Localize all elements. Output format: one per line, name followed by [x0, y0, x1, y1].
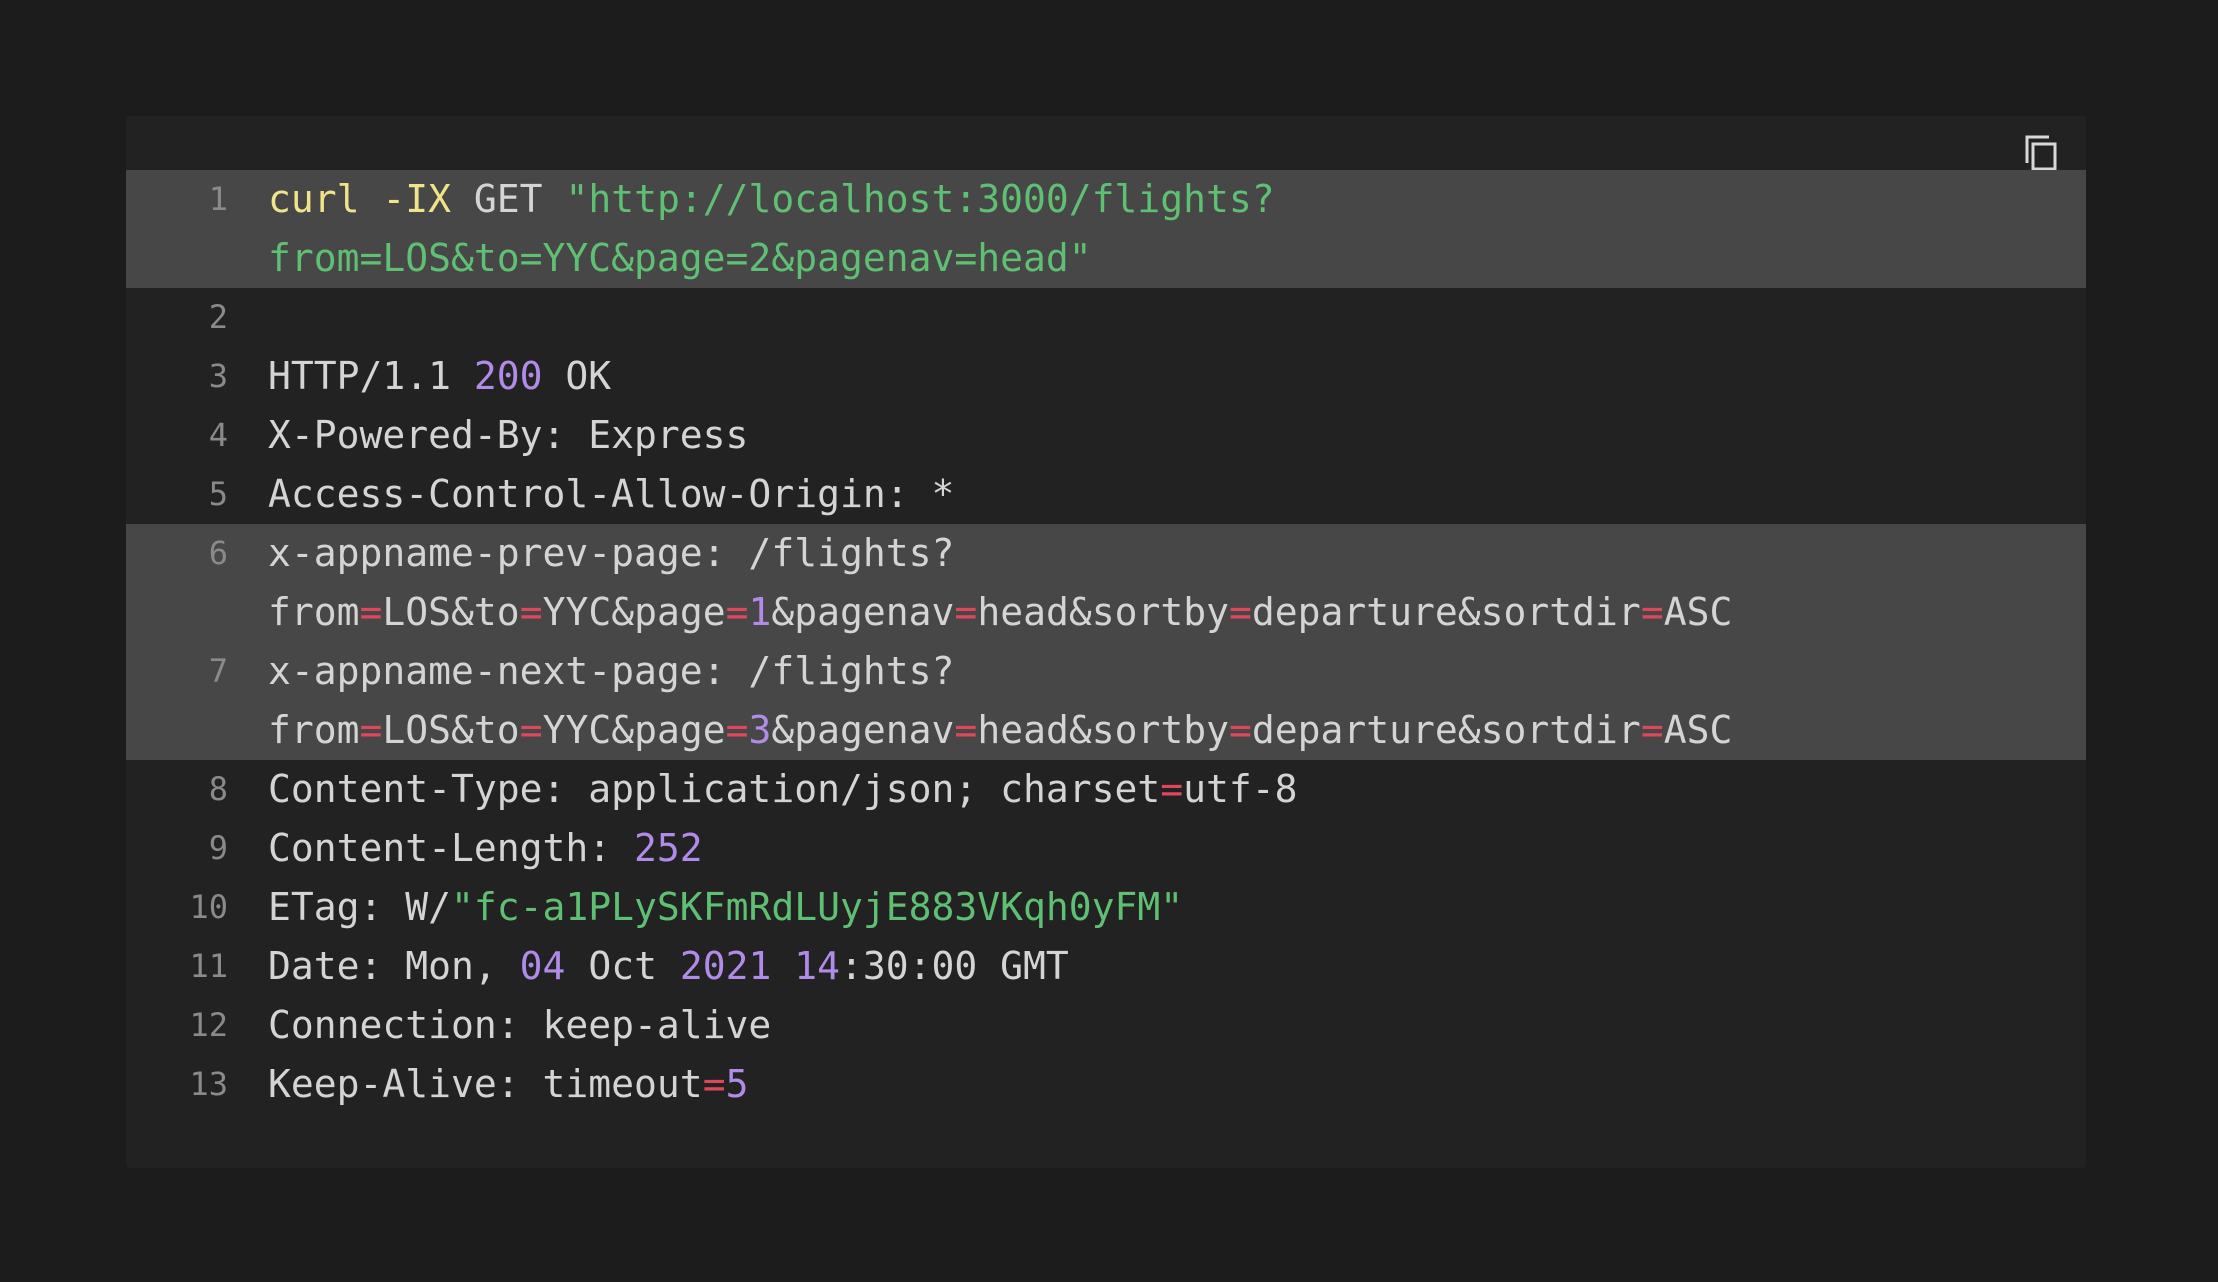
- code-line-4: 4 X-Powered-By: Express: [126, 406, 2086, 465]
- code-text: from=LOS&to=YYC&page=3&pagenav=head&sort…: [268, 708, 1733, 752]
- url-string: from=LOS&to=YYC&page=2&pagenav=head": [268, 236, 1092, 280]
- code-line-11: 11 Date: Mon, 04 Oct 2021 14:30:00 GMT: [126, 937, 2086, 996]
- code-text: curl -IX GET "http://localhost:3000/flig…: [268, 177, 1275, 221]
- code-text: x-appname-next-page: /flights?: [268, 649, 955, 693]
- line-number: 12: [189, 1006, 228, 1044]
- line-number: 8: [208, 770, 228, 808]
- line-number: 10: [189, 888, 228, 926]
- code-block: 1 curl -IX GET "http://localhost:3000/fl…: [126, 116, 2086, 1168]
- line-number: 11: [189, 947, 228, 985]
- code-line-2: 2: [126, 288, 2086, 347]
- line-number: 2: [208, 298, 228, 336]
- code-text: x-appname-prev-page: /flights?: [268, 531, 955, 575]
- code-text: X-Powered-By: Express: [268, 413, 749, 457]
- command-token: curl: [268, 177, 360, 221]
- url-string: "http://localhost:3000/flights?: [565, 177, 1275, 221]
- code-line-6-wrap: from=LOS&to=YYC&page=1&pagenav=head&sort…: [126, 583, 2086, 642]
- code-line-3: 3 HTTP/1.1 200 OK: [126, 347, 2086, 406]
- copy-icon: [2025, 135, 2057, 171]
- code-line-10: 10 ETag: W/"fc-a1PLySKFmRdLUyjE883VKqh0y…: [126, 878, 2086, 937]
- code-text: Date: Mon, 04 Oct 2021 14:30:00 GMT: [268, 944, 1069, 988]
- status-code: 200: [473, 354, 543, 398]
- line-number: 1: [208, 180, 228, 218]
- code-line-13: 13 Keep-Alive: timeout=5: [126, 1055, 2086, 1114]
- code-text: Content-Type: application/json; charset=…: [268, 767, 1298, 811]
- code-text: HTTP/1.1 200 OK: [268, 354, 612, 398]
- code-line-7: 7 x-appname-next-page: /flights?: [126, 642, 2086, 701]
- code-line-5: 5 Access-Control-Allow-Origin: *: [126, 465, 2086, 524]
- line-number: 9: [208, 829, 228, 867]
- code-line-8: 8 Content-Type: application/json; charse…: [126, 760, 2086, 819]
- code-line-6: 6 x-appname-prev-page: /flights?: [126, 524, 2086, 583]
- line-number: 4: [208, 416, 228, 454]
- line-number: 7: [208, 652, 228, 690]
- code-text: Keep-Alive: timeout=5: [268, 1062, 749, 1106]
- line-number: 13: [189, 1065, 228, 1103]
- code-line-1: 1 curl -IX GET "http://localhost:3000/fl…: [126, 170, 2086, 229]
- code-line-1-wrap: from=LOS&to=YYC&page=2&pagenav=head": [126, 229, 2086, 288]
- line-number: 6: [208, 534, 228, 572]
- line-number: 5: [208, 475, 228, 513]
- code-text: Access-Control-Allow-Origin: *: [268, 472, 955, 516]
- code-text: from=LOS&to=YYC&page=1&pagenav=head&sort…: [268, 590, 1733, 634]
- flag-token: -IX: [382, 177, 452, 221]
- code-lines: 1 curl -IX GET "http://localhost:3000/fl…: [126, 170, 2086, 1114]
- code-line-12: 12 Connection: keep-alive: [126, 996, 2086, 1055]
- code-text: Connection: keep-alive: [268, 1003, 772, 1047]
- line-number: 3: [208, 357, 228, 395]
- code-text: Content-Length: 252: [268, 826, 703, 870]
- code-line-9: 9 Content-Length: 252: [126, 819, 2086, 878]
- code-line-7-wrap: from=LOS&to=YYC&page=3&pagenav=head&sort…: [126, 701, 2086, 760]
- code-text: ETag: W/"fc-a1PLySKFmRdLUyjE883VKqh0yFM": [268, 885, 1184, 929]
